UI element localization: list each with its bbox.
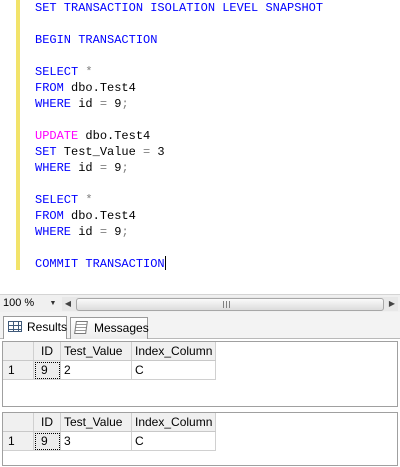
editor-statusbar: 100 % ▼ ◀ ▶ — [0, 294, 400, 312]
cell-id[interactable]: 9 — [33, 431, 61, 451]
code-token: SELECT — [35, 193, 79, 207]
code-token: id — [71, 161, 100, 175]
grip-icon — [223, 301, 232, 308]
cell-index-column[interactable]: C — [131, 431, 217, 451]
table-row: 1 9 3 C — [3, 431, 217, 451]
code-token: 9 — [107, 225, 122, 239]
code-token: COMMIT TRANSACTION — [35, 257, 165, 271]
code-line[interactable] — [35, 16, 323, 32]
ssms-query-window: SET TRANSACTION ISOLATION LEVEL SNAPSHOT… — [0, 0, 400, 467]
code-token: FROM — [35, 81, 64, 95]
code-token: SELECT — [35, 65, 79, 79]
code-token: id — [71, 97, 100, 111]
code-line[interactable]: BEGIN TRANSACTION — [35, 32, 323, 48]
zoom-dropdown-icon[interactable]: ▼ — [48, 298, 58, 310]
column-header-test-value[interactable]: Test_Value — [60, 413, 132, 432]
column-header-test-value[interactable]: Test_Value — [60, 342, 132, 361]
code-token: WHERE — [35, 97, 72, 111]
column-header-id[interactable]: ID — [33, 413, 61, 432]
result-table-1: ID Test_Value Index_Column 1 9 2 C — [3, 342, 217, 380]
scrollbar-thumb[interactable] — [76, 298, 384, 311]
code-line[interactable]: SELECT * — [35, 64, 323, 80]
code-line[interactable] — [35, 240, 323, 256]
zoom-level[interactable]: 100 % — [3, 297, 34, 309]
code-token: ; — [121, 97, 129, 111]
header-row: ID Test_Value Index_Column — [3, 413, 217, 432]
code-token: * — [85, 65, 93, 79]
header-row: ID Test_Value Index_Column — [3, 342, 217, 361]
grid-icon — [8, 321, 22, 332]
code-token: UPDATE — [35, 129, 79, 143]
corner-cell[interactable] — [3, 342, 34, 361]
code-line[interactable] — [35, 48, 323, 64]
horizontal-scrollbar[interactable]: ◀ ▶ — [62, 297, 398, 311]
sql-editor[interactable]: SET TRANSACTION ISOLATION LEVEL SNAPSHOT… — [0, 0, 400, 294]
column-header-id[interactable]: ID — [33, 342, 61, 361]
cell-test-value[interactable]: 3 — [60, 431, 132, 451]
column-header-index-column[interactable]: Index_Column — [131, 342, 217, 361]
code-token: 9 — [107, 161, 122, 175]
code-line[interactable] — [35, 176, 323, 192]
sql-code[interactable]: SET TRANSACTION ISOLATION LEVEL SNAPSHOT… — [35, 0, 323, 272]
result-grid-1[interactable]: ID Test_Value Index_Column 1 9 2 C — [2, 341, 398, 407]
code-token: 9 — [107, 97, 122, 111]
code-token: = — [99, 161, 108, 175]
code-token: dbo.Test4 — [63, 81, 136, 95]
code-token: SET — [35, 145, 57, 159]
tab-messages-label: Messages — [94, 321, 149, 335]
code-line[interactable]: WHERE id = 9; — [35, 96, 323, 112]
code-token: WHERE — [35, 225, 72, 239]
code-line[interactable]: WHERE id = 9; — [35, 160, 323, 176]
scroll-left-icon[interactable]: ◀ — [62, 297, 74, 311]
table-row: 1 9 2 C — [3, 360, 217, 380]
code-token: ; — [121, 225, 129, 239]
cell-index-column[interactable]: C — [131, 360, 217, 380]
code-line[interactable]: WHERE id = 9; — [35, 224, 323, 240]
row-number[interactable]: 1 — [3, 431, 34, 451]
code-token: ; — [121, 161, 129, 175]
code-line[interactable]: FROM dbo.Test4 — [35, 80, 323, 96]
code-token: dbo.Test4 — [78, 129, 151, 143]
code-line[interactable]: COMMIT TRANSACTION — [35, 256, 323, 272]
code-line[interactable]: SET TRANSACTION ISOLATION LEVEL SNAPSHOT — [35, 0, 323, 16]
code-token: WHERE — [35, 161, 72, 175]
corner-cell[interactable] — [3, 413, 34, 432]
code-token: BEGIN TRANSACTION — [35, 33, 158, 47]
tab-messages[interactable]: Messages — [70, 317, 149, 339]
scroll-right-icon[interactable]: ▶ — [386, 297, 398, 311]
row-number[interactable]: 1 — [3, 360, 34, 380]
editor-margin — [0, 0, 14, 294]
code-token: 3 — [150, 145, 165, 159]
code-line[interactable]: FROM dbo.Test4 — [35, 208, 323, 224]
code-token: = — [99, 225, 108, 239]
code-token: SET TRANSACTION ISOLATION LEVEL SNAPSHOT — [35, 1, 324, 15]
code-token: = — [99, 97, 108, 111]
code-token: FROM — [35, 209, 64, 223]
code-line[interactable] — [35, 112, 323, 128]
code-token: * — [85, 193, 93, 207]
result-grid-2[interactable]: ID Test_Value Index_Column 1 9 3 C — [2, 412, 398, 466]
results-panel: ID Test_Value Index_Column 1 9 2 C ID Te… — [0, 339, 400, 467]
code-token: Test_Value — [56, 145, 144, 159]
cell-id[interactable]: 9 — [33, 360, 61, 380]
result-table-2: ID Test_Value Index_Column 1 9 3 C — [3, 413, 217, 451]
column-header-index-column[interactable]: Index_Column — [131, 413, 217, 432]
code-token: dbo.Test4 — [63, 209, 136, 223]
code-token: id — [71, 225, 100, 239]
results-tabstrip: Results Messages — [0, 312, 400, 339]
code-line[interactable]: SELECT * — [35, 192, 323, 208]
tab-results-label: Results — [27, 320, 68, 334]
messages-icon — [74, 321, 88, 334]
cell-test-value[interactable]: 2 — [60, 360, 132, 380]
text-caret — [164, 256, 166, 270]
code-line[interactable]: UPDATE dbo.Test4 — [35, 128, 323, 144]
change-tracking-bar — [16, 0, 20, 270]
code-line[interactable]: SET Test_Value = 3 — [35, 144, 323, 160]
tab-results[interactable]: Results — [3, 316, 67, 339]
